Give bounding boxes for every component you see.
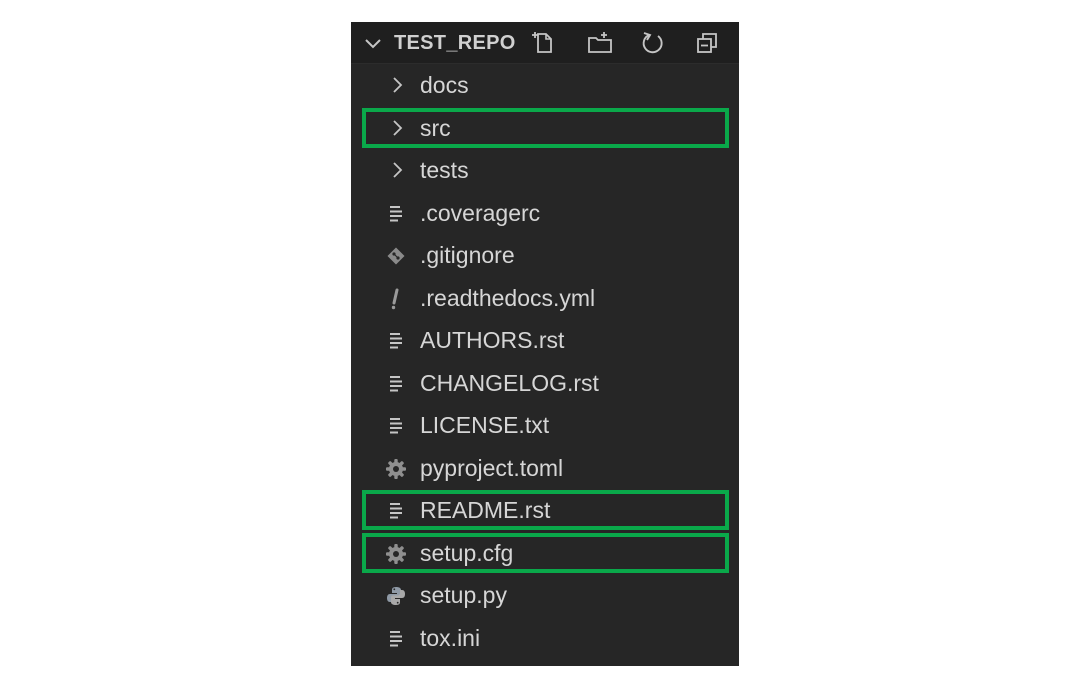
item-label: setup.cfg bbox=[420, 539, 514, 566]
folder-item[interactable]: tests bbox=[351, 149, 739, 192]
file-tree: docs src tests .coveragerc .gitignore .readth… bbox=[351, 64, 739, 659]
item-label: CHANGELOG.rst bbox=[420, 369, 599, 396]
file-item[interactable]: LICENSE.txt bbox=[351, 404, 739, 447]
text-lines-icon bbox=[385, 415, 407, 437]
refresh-button[interactable] bbox=[637, 28, 669, 58]
item-label: src bbox=[420, 114, 451, 141]
text-lines-icon bbox=[385, 500, 407, 522]
item-label: .gitignore bbox=[420, 242, 515, 268]
chevron-right-icon bbox=[391, 77, 405, 93]
folder-item[interactable]: src bbox=[351, 107, 739, 150]
file-item[interactable]: CHANGELOG.rst bbox=[351, 362, 739, 405]
text-lines-icon bbox=[385, 373, 407, 395]
folder-item[interactable]: docs bbox=[351, 64, 739, 107]
file-item[interactable]: README.rst bbox=[351, 489, 739, 532]
file-item[interactable]: AUTHORS.rst bbox=[351, 319, 739, 362]
file-item[interactable]: .gitignore bbox=[351, 234, 739, 277]
text-lines-icon bbox=[385, 330, 407, 352]
item-label: AUTHORS.rst bbox=[420, 327, 565, 353]
item-label: .readthedocs.yml bbox=[420, 284, 596, 311]
item-label: tests bbox=[420, 157, 469, 183]
new-folder-button[interactable] bbox=[583, 28, 615, 58]
chevron-right-icon bbox=[391, 119, 405, 136]
text-lines-icon bbox=[385, 203, 407, 225]
file-item[interactable]: tox.ini bbox=[351, 617, 739, 660]
python-icon bbox=[385, 585, 407, 607]
file-item[interactable]: .readthedocs.yml bbox=[351, 277, 739, 320]
item-label: setup.py bbox=[420, 582, 507, 608]
item-label: tox.ini bbox=[420, 624, 481, 651]
text-lines-icon bbox=[385, 628, 407, 650]
explorer-section-header[interactable]: TEST_REPO bbox=[351, 22, 739, 64]
gear-icon bbox=[385, 458, 407, 480]
chevron-down-icon[interactable] bbox=[363, 34, 383, 54]
file-item[interactable]: pyproject.toml bbox=[351, 447, 739, 490]
file-explorer: TEST_REPO docs src tests .coveragerc .gi… bbox=[351, 22, 739, 666]
refresh-icon bbox=[642, 32, 663, 54]
item-label: docs bbox=[420, 72, 469, 98]
new-file-icon bbox=[532, 32, 552, 53]
collapse-all-icon bbox=[697, 33, 717, 53]
file-item[interactable]: setup.cfg bbox=[351, 532, 739, 575]
exclamation-icon bbox=[385, 288, 407, 310]
item-label: LICENSE.txt bbox=[420, 412, 550, 438]
file-item[interactable]: setup.py bbox=[351, 574, 739, 617]
item-label: pyproject.toml bbox=[420, 454, 564, 481]
item-label: README.rst bbox=[420, 497, 551, 523]
item-label: .coveragerc bbox=[420, 199, 541, 226]
explorer-title: TEST_REPO bbox=[394, 32, 516, 54]
file-item[interactable]: .coveragerc bbox=[351, 192, 739, 235]
collapse-all-button[interactable] bbox=[691, 28, 723, 58]
new-folder-icon bbox=[588, 32, 612, 53]
gear-icon bbox=[385, 543, 407, 565]
chevron-right-icon bbox=[391, 162, 405, 178]
git-icon bbox=[385, 245, 407, 267]
new-file-button[interactable] bbox=[529, 28, 561, 58]
